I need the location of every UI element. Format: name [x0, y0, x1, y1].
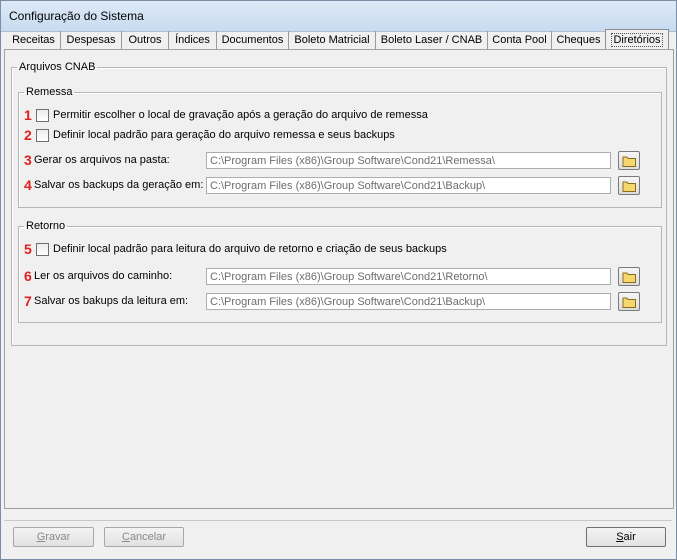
- tab-panel-diretorios: Arquivos CNAB Remessa 1 Permitir escolhe…: [4, 49, 674, 509]
- browse-remessa-folder-button[interactable]: [618, 151, 640, 170]
- tab-label: Receitas: [12, 34, 55, 46]
- sair-label: air: [623, 531, 636, 543]
- gerar-arquivos-label: Gerar os arquivos na pasta:: [34, 154, 170, 166]
- ler-arquivos-caminho-label: Ler os arquivos do caminho:: [34, 270, 173, 282]
- salvar-backups-geracao-label: Salvar os backups da geração em:: [34, 179, 204, 191]
- folder-icon: [622, 272, 636, 283]
- definir-local-retorno-label[interactable]: Definir local padrão para leitura do arq…: [53, 243, 447, 256]
- permitir-escolher-local-label[interactable]: Permitir escolher o local de gravação ap…: [53, 109, 428, 122]
- cancelar-label: ancelar: [129, 531, 167, 543]
- tab-conta-pool[interactable]: Conta Pool: [488, 31, 552, 49]
- tab-outros[interactable]: Outros: [122, 31, 169, 49]
- annotation-number: 6: [24, 268, 32, 284]
- browse-retorno-folder-button[interactable]: [618, 267, 640, 286]
- remessa-group: Remessa 1 Permitir escolher o local de g…: [18, 86, 662, 208]
- tab-label: Índices: [175, 34, 210, 46]
- tab-label: Diretórios: [611, 33, 663, 47]
- tab-label: Despesas: [66, 34, 116, 46]
- definir-local-remessa-label[interactable]: Definir local padrão para geração do arq…: [53, 129, 395, 142]
- definir-local-remessa-checkbox[interactable]: [36, 129, 49, 142]
- gerar-arquivos-path-field[interactable]: C:\Program Files (x86)\Group Software\Co…: [206, 152, 611, 169]
- annotation-number: 5: [24, 241, 32, 257]
- tab-indices[interactable]: Índices: [169, 31, 217, 49]
- annotation-number: 4: [24, 177, 32, 193]
- annotation-number: 3: [24, 152, 32, 168]
- tab-documentos[interactable]: Documentos: [217, 31, 289, 49]
- folder-icon: [622, 297, 636, 308]
- tab-label: Boleto Laser / CNAB: [380, 34, 483, 46]
- definir-local-retorno-checkbox[interactable]: [36, 243, 49, 256]
- annotation-number: 1: [24, 107, 32, 123]
- remessa-legend: Remessa: [26, 86, 73, 98]
- salvar-bakups-leitura-path-field[interactable]: C:\Program Files (x86)\Group Software\Co…: [206, 293, 611, 310]
- cancelar-accelerator: C: [121, 531, 130, 543]
- tab-boleto-matricial[interactable]: Boleto Matricial: [289, 31, 376, 49]
- gravar-accelerator: G: [36, 531, 46, 543]
- config-window: Configuração do Sistema Receitas Despesa…: [0, 0, 677, 560]
- tab-cheques[interactable]: Cheques: [552, 31, 606, 49]
- permitir-escolher-local-checkbox[interactable]: [36, 109, 49, 122]
- tab-label: Conta Pool: [492, 34, 547, 46]
- salvar-bakups-leitura-label: Salvar os bakups da leitura em:: [34, 295, 189, 307]
- tab-label: Documentos: [221, 34, 284, 46]
- sair-accelerator: S: [616, 531, 624, 543]
- arquivos-cnab-group: Arquivos CNAB Remessa 1 Permitir escolhe…: [11, 61, 667, 346]
- browse-backup-geracao-folder-button[interactable]: [618, 176, 640, 195]
- annotation-number: 2: [24, 127, 32, 143]
- tab-label: Cheques: [556, 34, 601, 46]
- folder-icon: [622, 156, 636, 167]
- browse-backup-leitura-folder-button[interactable]: [618, 292, 640, 311]
- folder-icon: [622, 181, 636, 192]
- arquivos-cnab-legend: Arquivos CNAB: [19, 61, 96, 73]
- tab-boleto-laser-cnab[interactable]: Boleto Laser / CNAB: [376, 31, 488, 49]
- gravar-label: ravar: [45, 531, 71, 543]
- tab-receitas[interactable]: Receitas: [7, 31, 61, 49]
- window-title: Configuração do Sistema: [9, 9, 144, 23]
- ler-arquivos-path-field[interactable]: C:\Program Files (x86)\Group Software\Co…: [206, 268, 611, 285]
- tab-label: Boleto Matricial: [294, 34, 370, 46]
- cancelar-button[interactable]: Cancelar: [104, 527, 184, 547]
- salvar-backups-geracao-path-field[interactable]: C:\Program Files (x86)\Group Software\Co…: [206, 177, 611, 194]
- annotation-number: 7: [24, 293, 32, 309]
- gravar-button[interactable]: Gravar: [13, 527, 94, 547]
- tab-despesas[interactable]: Despesas: [61, 31, 122, 49]
- retorno-group: Retorno 5 Definir local padrão para leit…: [18, 220, 662, 323]
- title-bar: Configuração do Sistema: [1, 1, 676, 32]
- tab-label: Outros: [128, 34, 162, 46]
- tab-diretorios[interactable]: Diretórios: [605, 29, 669, 50]
- retorno-legend: Retorno: [26, 220, 66, 232]
- sair-button[interactable]: Sair: [586, 527, 666, 547]
